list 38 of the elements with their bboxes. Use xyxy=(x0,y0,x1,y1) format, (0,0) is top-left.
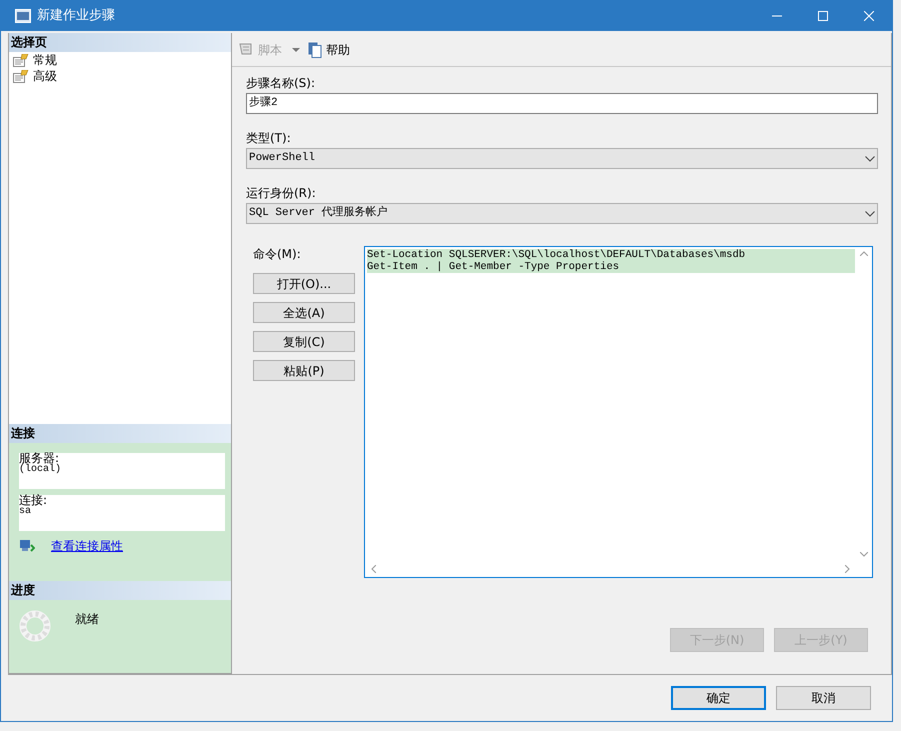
scroll-icon xyxy=(238,42,254,57)
window-title: 新建作业步骤 xyxy=(37,7,115,26)
connection-properties-link[interactable]: 查看连接属性 xyxy=(51,537,123,555)
chevron-down-icon xyxy=(865,156,875,162)
command-text-area[interactable]: Set-Location SQLSERVER:\SQL\localhost\DEFAULT\Databases\msdb Get-Item . | Get-Member -Type Properties xyxy=(364,246,873,578)
command-button[interactable]: 全选(A) xyxy=(253,302,355,323)
field-label: 类型(T): xyxy=(246,130,292,146)
document-icon xyxy=(308,42,322,58)
field-label: 运行身份(R): xyxy=(246,185,317,201)
dialog-button[interactable]: 确定 xyxy=(671,686,766,710)
field-label: 命令(M): xyxy=(253,246,302,262)
command-button[interactable]: 粘贴(P) xyxy=(253,360,355,381)
dropdown-field[interactable]: SQL Server 代理服务帐户 xyxy=(246,203,878,224)
scroll-left-icon[interactable] xyxy=(371,565,376,573)
page-icon xyxy=(13,70,29,82)
info-field: 服务器: (local) xyxy=(19,453,225,489)
command-button[interactable]: 打开(O)... xyxy=(253,273,355,294)
dialog-button[interactable]: 取消 xyxy=(776,686,871,710)
info-field: 连接: sa xyxy=(19,495,225,531)
section-header: 选择页 xyxy=(9,33,231,52)
status-text: 就绪 xyxy=(75,611,99,628)
section-header: 连接 xyxy=(9,424,231,443)
server-properties-icon xyxy=(19,539,35,553)
dropdown-field[interactable]: PowerShell xyxy=(246,148,878,169)
chevron-down-icon xyxy=(865,210,875,216)
scroll-down-icon[interactable] xyxy=(860,552,868,557)
text-field[interactable]: 步骤2 xyxy=(246,93,878,114)
field-label: 步骤名称(S): xyxy=(246,75,316,91)
scroll-right-icon[interactable] xyxy=(845,565,850,573)
app-icon xyxy=(15,9,31,23)
command-button[interactable]: 复制(C) xyxy=(253,331,355,352)
toolbar-button[interactable]: 帮助 xyxy=(308,40,350,58)
section-header: 进度 xyxy=(9,581,231,600)
page-list-item[interactable]: 高级 xyxy=(33,68,57,84)
page-list-item[interactable]: 常规 xyxy=(33,52,57,68)
progress-spinner-icon xyxy=(19,610,51,642)
scroll-up-icon[interactable] xyxy=(860,251,868,256)
dropdown-caret-icon[interactable] xyxy=(292,48,300,52)
